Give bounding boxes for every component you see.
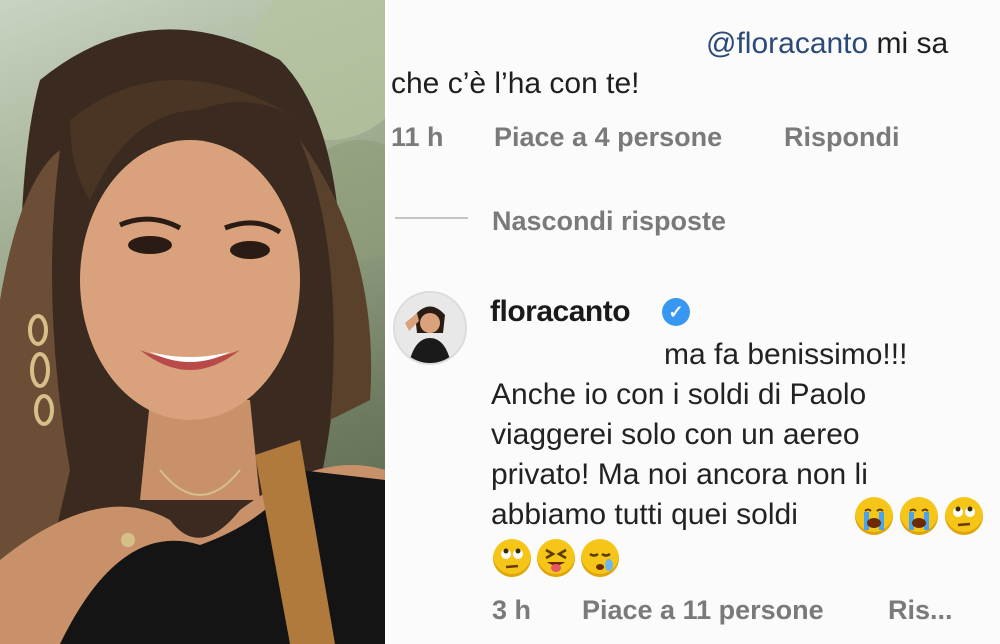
reply-text-line-4: privato! Ma noi ancora non li bbox=[491, 458, 868, 491]
comment-time: 11 h bbox=[391, 122, 444, 152]
reply-username[interactable]: floracanto bbox=[490, 295, 631, 329]
loudly-crying-face-icon bbox=[900, 497, 938, 535]
profile-photo bbox=[0, 0, 385, 644]
hide-replies-line bbox=[395, 217, 468, 219]
reply-time: 3 h bbox=[492, 595, 532, 625]
reply-text-line-2: Anche io con i soldi di Paolo bbox=[491, 378, 867, 411]
verified-badge-icon: ✓ bbox=[662, 298, 690, 326]
reply-reply-button[interactable]: Ris... bbox=[888, 595, 953, 626]
mention-link[interactable]: @floracanto bbox=[706, 27, 868, 60]
hide-replies-button[interactable]: Nascondi risposte bbox=[492, 206, 726, 237]
sleepy-face-icon bbox=[581, 539, 619, 577]
comment-second-line: che c’è l’ha con te! bbox=[391, 67, 640, 100]
rolling-eyes-face-icon bbox=[945, 497, 983, 535]
reply-text-line-5: abbiamo tutti quei soldi bbox=[491, 498, 798, 531]
reply-text-line-1: ma fa benissimo!!! bbox=[664, 338, 908, 371]
loudly-crying-face-icon bbox=[855, 497, 893, 535]
reply-button[interactable]: Rispondi bbox=[784, 122, 900, 153]
rolling-eyes-face-icon bbox=[493, 539, 531, 577]
squinting-tongue-face-icon bbox=[537, 539, 575, 577]
comment-likes[interactable]: Piace a 4 persone bbox=[494, 122, 722, 153]
reply-likes[interactable]: Piace a 11 persone bbox=[582, 595, 824, 626]
reply-text-line-3: viaggerei solo con un aereo bbox=[491, 418, 860, 451]
comment-first-line-text: mi sa bbox=[868, 27, 949, 60]
comment-first-line: @floracanto mi sa bbox=[706, 27, 948, 61]
avatar[interactable] bbox=[393, 291, 467, 365]
